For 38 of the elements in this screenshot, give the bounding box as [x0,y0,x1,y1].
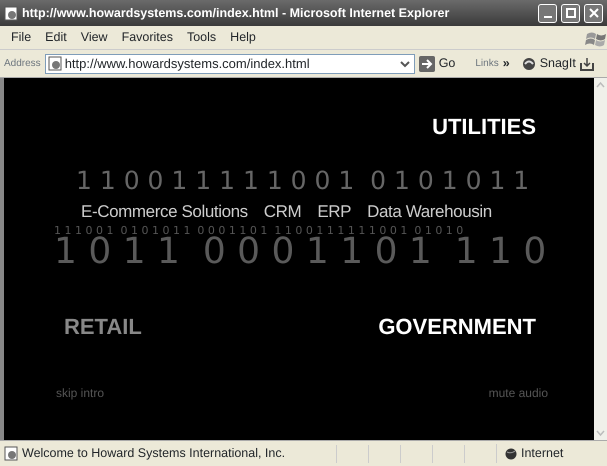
binary-text: 1 0 1 1 0 0 0 1 1 0 1 1 1 0 [54,234,546,270]
service-link[interactable]: Data Warehousin [367,199,492,224]
retail-link[interactable]: RETAIL [64,316,142,338]
binary-text: 1 1 1 0 0 1 0 1 0 1 0 1 1 0 0 0 1 1 0 1 1 1 0 0 1 1 1 1 1 1 0 0 1 0 1 0 1 0 [54,224,464,236]
page-icon [48,56,62,71]
arrow-icon [418,56,435,72]
service-link[interactable]: ERP [317,199,352,224]
swirl-icon [522,56,536,70]
binary-text: 1 1 0 0 1 1 1 1 1 0 0 1 0 1 0 1 0 1 1 [76,168,530,193]
minimize-button[interactable] [538,4,557,22]
menu-item[interactable]: Tools [180,28,224,47]
browser-icon [4,6,18,20]
globe-icon [505,448,517,460]
menu-item[interactable]: Edit [38,28,74,47]
maximize-icon [566,8,576,18]
links-label[interactable]: Links [475,56,499,71]
chevron-text[interactable]: » [502,54,510,73]
go-button[interactable]: Go [418,54,456,73]
menu-item[interactable]: Favorites [114,28,180,47]
close-icon [588,8,598,18]
snagit-button[interactable]: SnagIt [522,54,576,73]
service-link[interactable]: CRM [264,199,302,224]
utilities-link[interactable]: UTILITIES [432,116,536,138]
service-link[interactable]: E-Commerce Solutions [81,199,248,224]
status-text: Welcome to Howard Systems International, Inc. [22,445,286,462]
address-label: Address [4,57,41,71]
government-link[interactable]: GOVERNMENT [378,316,536,338]
menu-item[interactable]: Help [223,28,263,47]
window-title: http://www.howardsystems.com/index.html - Microsoft Internet Explorer [22,4,450,22]
tray-icon[interactable] [580,56,594,70]
menu-item[interactable]: View [74,28,115,47]
address-field[interactable]: http://www.howardsystems.com/index.html [44,54,415,74]
zone-text: Internet [521,445,564,462]
minimize-icon [544,16,552,18]
page-icon [4,446,18,461]
close-button[interactable] [584,4,603,22]
maximize-button[interactable] [561,4,580,22]
menu-item[interactable]: File [4,28,38,47]
